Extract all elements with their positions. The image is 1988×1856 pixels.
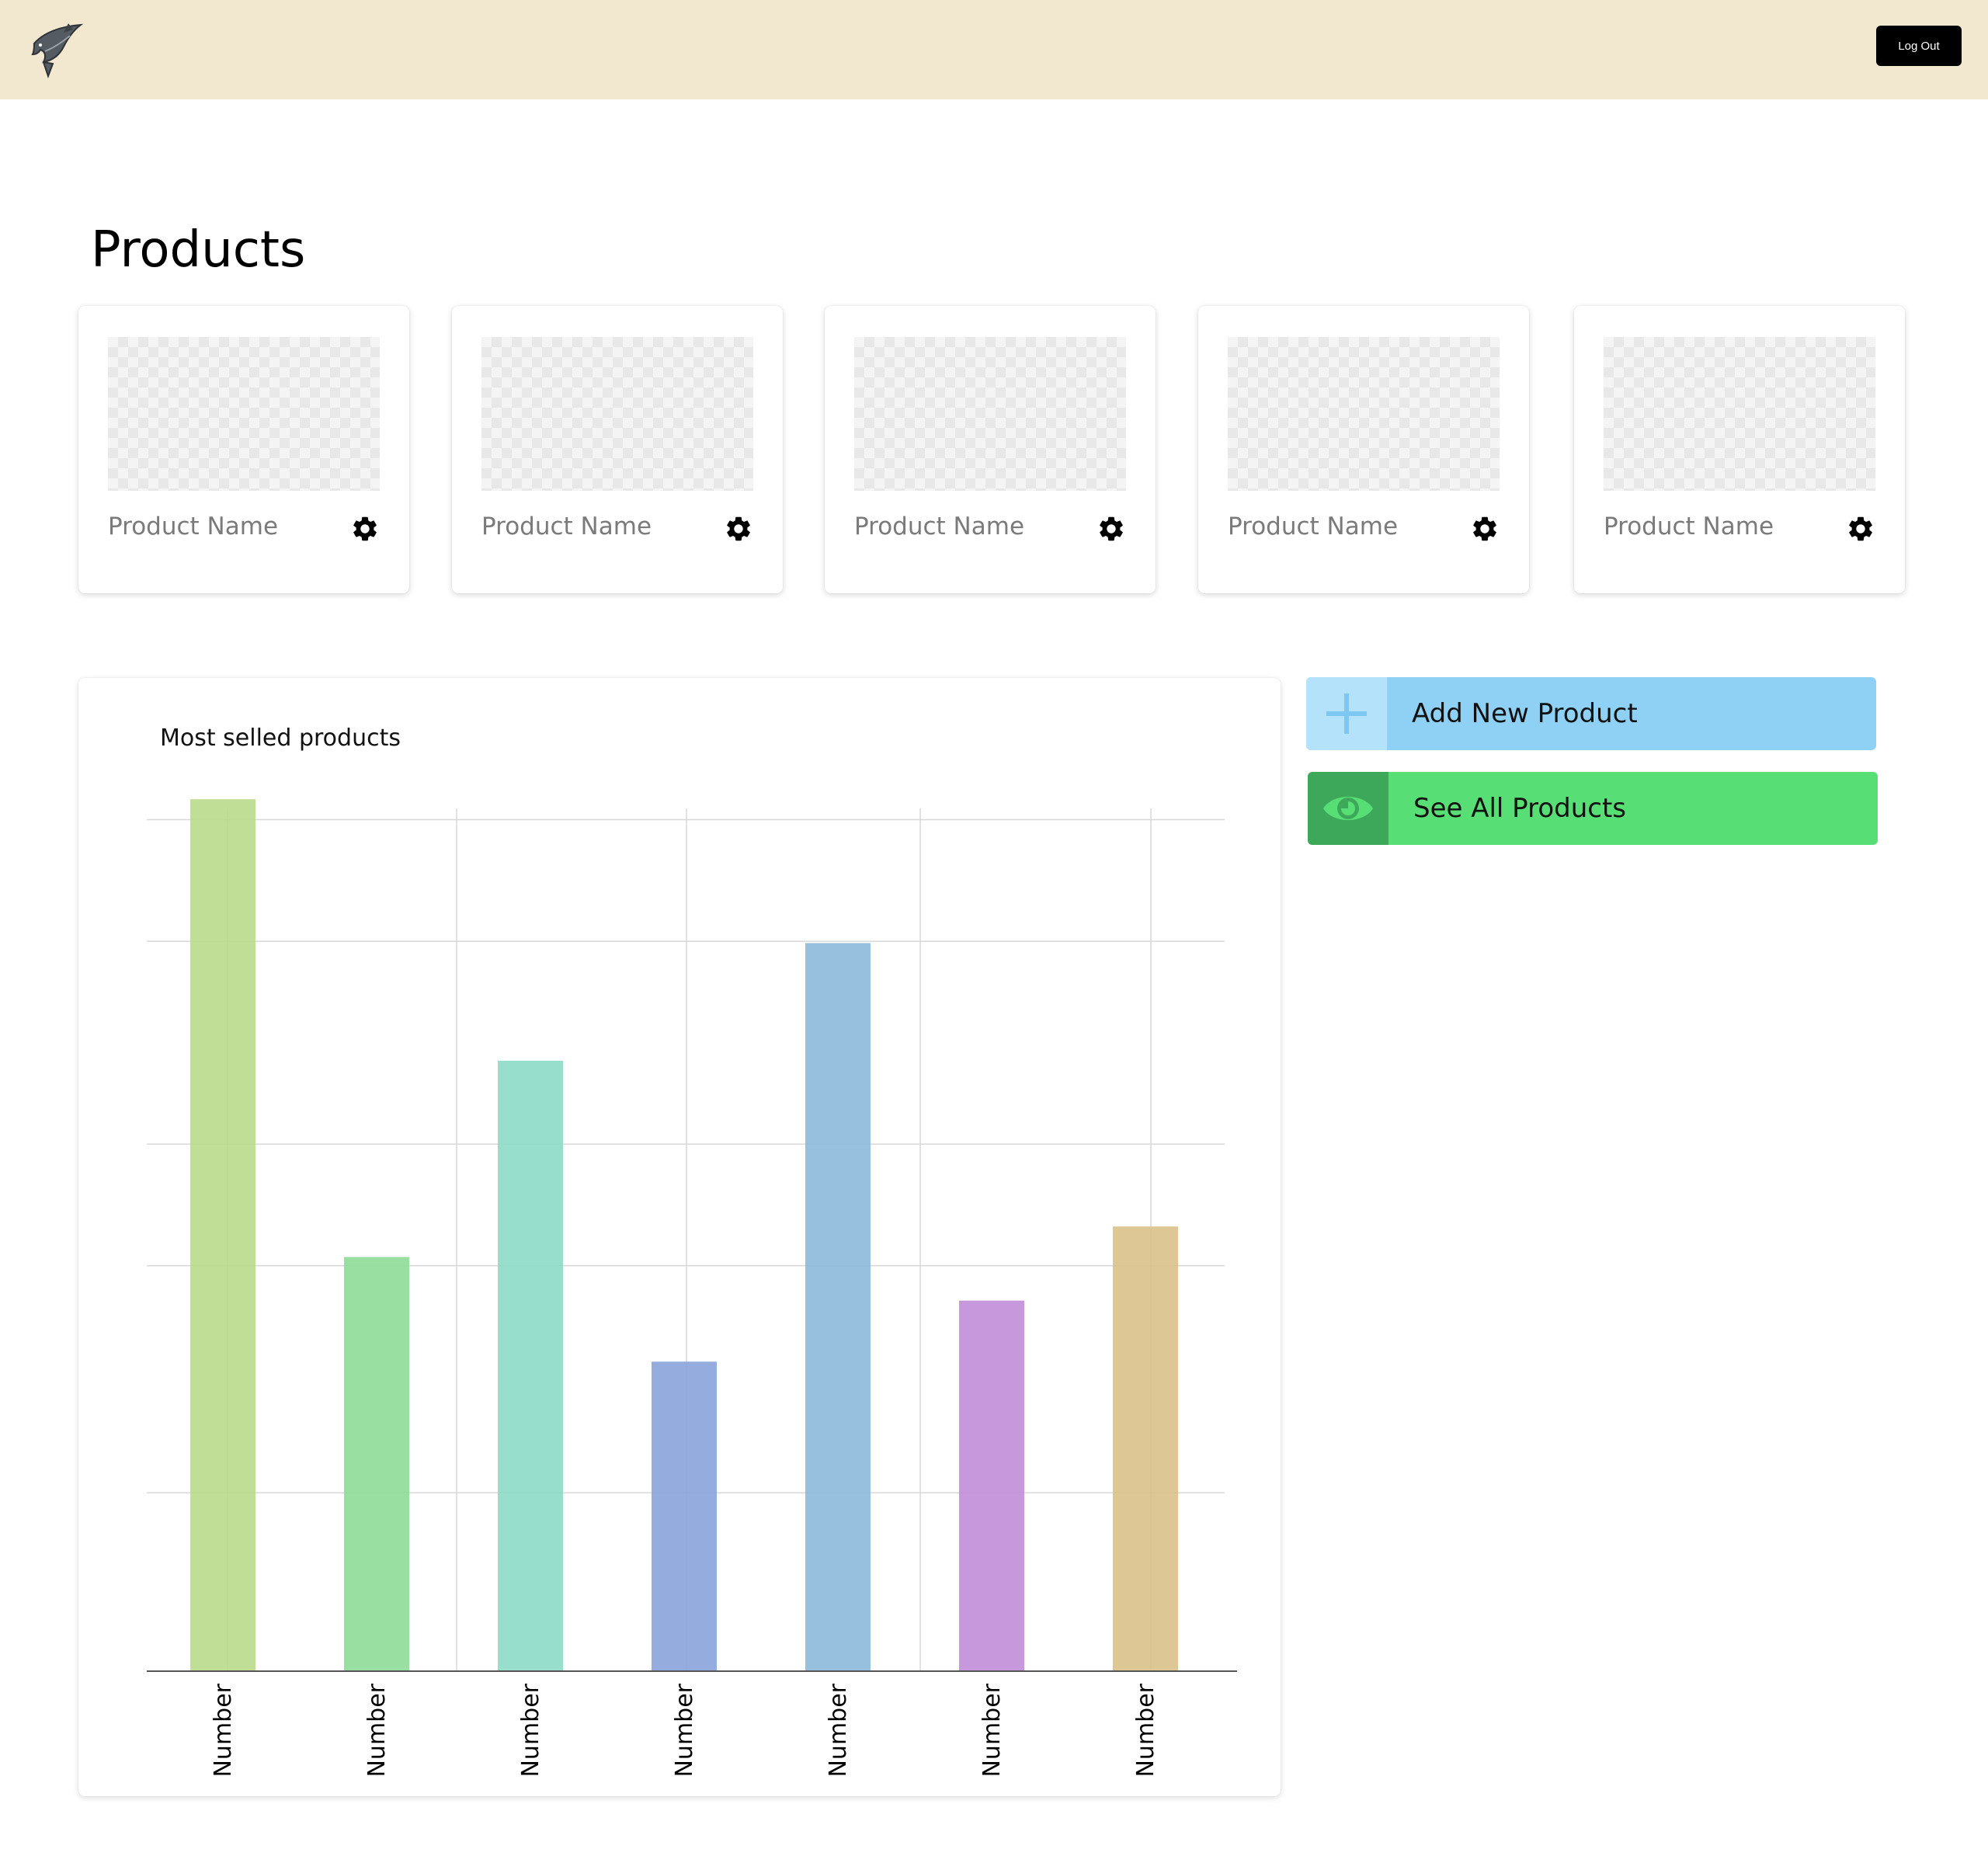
x-tick-label: Number — [671, 1683, 698, 1777]
top-bar: Log Out — [0, 0, 1988, 99]
x-tick-label: Number — [210, 1683, 237, 1777]
gear-icon[interactable] — [1097, 514, 1126, 544]
chart-bar[interactable] — [498, 1061, 563, 1671]
see-all-products-label: See All Products — [1413, 793, 1626, 824]
gear-icon[interactable] — [724, 514, 753, 544]
gear-icon[interactable] — [1846, 514, 1875, 544]
gear-icon[interactable] — [350, 514, 380, 544]
chart-bar[interactable] — [805, 943, 871, 1671]
product-image-placeholder — [481, 337, 753, 491]
chart-bar[interactable] — [344, 1256, 409, 1671]
chart-bar[interactable] — [652, 1361, 717, 1671]
logout-button[interactable]: Log Out — [1876, 26, 1962, 66]
x-tick-label: Number — [1132, 1683, 1159, 1777]
product-name: Product Name — [1604, 513, 1774, 540]
product-image-placeholder — [854, 337, 1126, 491]
chart-bar[interactable] — [959, 1300, 1024, 1671]
leaping-fish-logo-icon[interactable] — [30, 20, 89, 79]
page-title: Products — [91, 221, 306, 279]
product-card[interactable]: Product Name — [78, 306, 409, 593]
product-card[interactable]: Product Name — [1574, 306, 1905, 593]
chart-bar[interactable] — [1113, 1226, 1178, 1671]
product-card[interactable]: Product Name — [825, 306, 1156, 593]
x-tick-label: Number — [363, 1683, 391, 1777]
x-tick-label: Number — [825, 1683, 852, 1777]
bar-chart: Number Number Number Number Number Number Numb… — [147, 799, 1237, 1778]
plus-icon-box — [1306, 677, 1387, 750]
product-image-placeholder — [1604, 337, 1875, 491]
add-new-product-button[interactable]: Add New Product — [1306, 677, 1876, 750]
chart-bar[interactable] — [190, 799, 255, 1671]
see-all-products-button[interactable]: See All Products — [1308, 772, 1878, 845]
product-card[interactable]: Product Name — [452, 306, 783, 593]
gear-icon[interactable] — [1470, 514, 1500, 544]
product-image-placeholder — [108, 337, 380, 491]
product-name: Product Name — [1228, 513, 1399, 540]
product-card[interactable]: Product Name — [1198, 306, 1529, 593]
x-tick-label: Number — [978, 1683, 1006, 1777]
product-name: Product Name — [481, 513, 652, 540]
product-name: Product Name — [854, 513, 1025, 540]
eye-icon — [1323, 797, 1373, 820]
plus-icon — [1326, 693, 1367, 734]
eye-icon-box — [1308, 772, 1388, 845]
x-tick-label: Number — [517, 1683, 544, 1777]
sales-chart-panel: Most selled products Number Number Number N… — [78, 678, 1281, 1796]
product-name: Product Name — [108, 513, 279, 540]
product-image-placeholder — [1228, 337, 1500, 491]
add-new-product-label: Add New Product — [1412, 698, 1638, 729]
